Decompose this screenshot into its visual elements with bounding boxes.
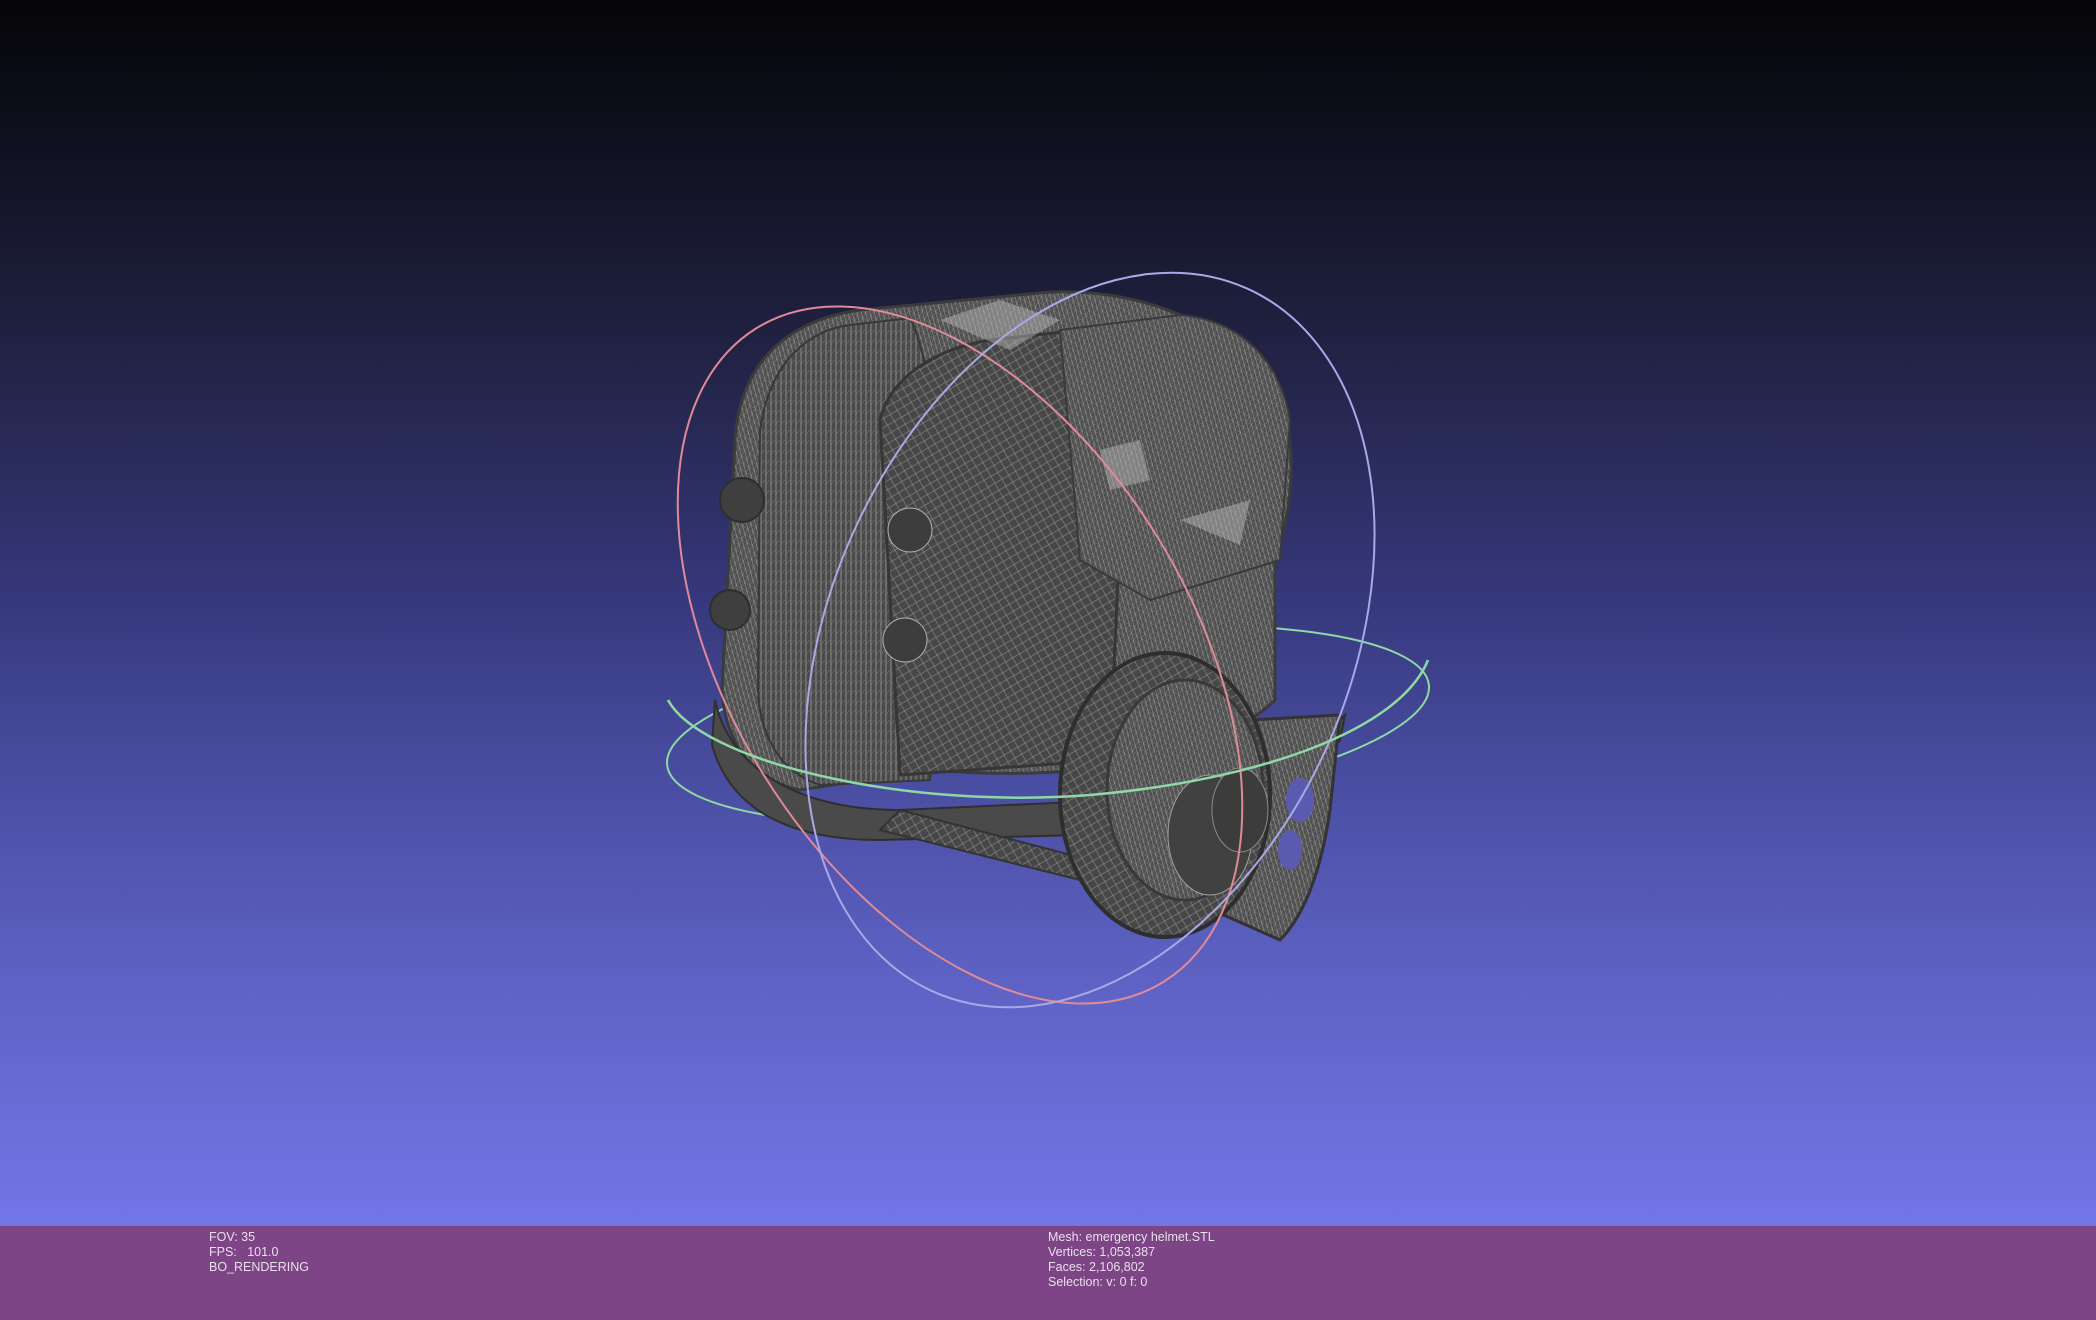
helmet-mesh bbox=[709, 290, 1347, 942]
selection-info: Selection: v: 0 f: 0 bbox=[1048, 1275, 1148, 1289]
mesh-info: Mesh: emergency helmet.STL Vertices: 1,0… bbox=[1048, 1230, 1215, 1290]
left-knob-upper bbox=[719, 477, 765, 523]
panel-bolt-upper bbox=[887, 507, 933, 553]
face-count: Faces: 2,106,802 bbox=[1048, 1260, 1145, 1274]
mesh-name: Mesh: emergency helmet.STL bbox=[1048, 1230, 1215, 1244]
3d-viewport[interactable] bbox=[0, 0, 2096, 1226]
scene-canvas[interactable] bbox=[0, 0, 2096, 1226]
fov-readout: FOV: 35 bbox=[209, 1230, 256, 1244]
frame-hole-2 bbox=[1278, 830, 1302, 870]
fps-readout: FPS: 101.0 bbox=[209, 1245, 279, 1259]
render-info: FOV: 35 FPS: 101.0 BO_RENDERING bbox=[209, 1230, 309, 1275]
left-knob-lower bbox=[709, 589, 751, 631]
vertex-count: Vertices: 1,053,387 bbox=[1048, 1245, 1156, 1259]
panel-bolt-lower bbox=[882, 617, 928, 663]
render-mode: BO_RENDERING bbox=[209, 1260, 310, 1274]
info-bar: FOV: 35 FPS: 101.0 BO_RENDERING Mesh: em… bbox=[0, 1226, 2096, 1320]
vent-block bbox=[1058, 313, 1292, 602]
